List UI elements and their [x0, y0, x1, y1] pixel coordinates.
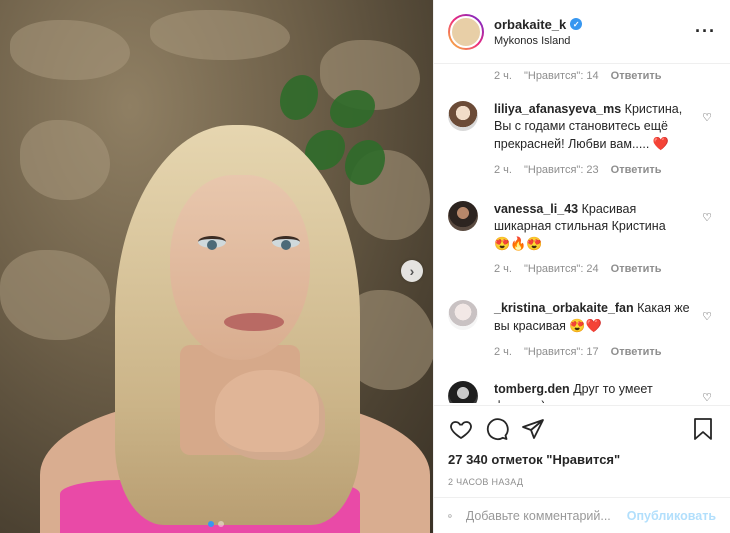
person-eye [198, 236, 226, 250]
comments-list[interactable]: 2 ч. "Нравится": 14 Ответить liliya_afan… [434, 65, 730, 403]
carousel-dot [218, 521, 224, 527]
comment-item: tomberg.den Друг то умеет фоткать) ♡ [434, 381, 730, 403]
commenter-avatar[interactable] [448, 300, 478, 330]
wall-stone [0, 250, 110, 340]
share-send-icon [522, 419, 544, 439]
carousel-dot-active [208, 521, 214, 527]
commenter-avatar[interactable] [448, 101, 478, 131]
chevron-right-icon: › [409, 263, 415, 279]
post-time-ago[interactable]: 2 ЧАСОВ НАЗАД [448, 477, 716, 487]
commenter-username[interactable]: liliya_afanasyeva_ms [494, 102, 621, 116]
reply-button[interactable]: Ответить [611, 70, 662, 93]
save-button[interactable] [690, 416, 716, 442]
commenter-username[interactable]: _kristina_orbakaite_fan [494, 301, 634, 315]
add-comment-bar: Опубликовать [434, 497, 730, 533]
likes-count[interactable]: 27 340 отметок "Нравится" [448, 452, 716, 467]
person-face [170, 175, 310, 360]
share-button[interactable] [520, 416, 546, 442]
comment-item: _kristina_orbakaite_fan Какая же вы крас… [434, 300, 730, 361]
wall-stone [20, 120, 110, 200]
like-comment-heart-icon[interactable]: ♡ [702, 111, 712, 124]
reply-button[interactable]: Ответить [611, 162, 662, 179]
comment-input[interactable] [465, 508, 627, 523]
comment-time[interactable]: 2 ч. [494, 70, 512, 93]
comment-emoji: 😍❤️ [569, 318, 602, 333]
next-photo-button[interactable]: › [401, 260, 423, 282]
comment-emoji: ❤️ [652, 136, 669, 151]
caption-meta: 2 ч. "Нравится": 14 Ответить [434, 65, 730, 93]
carousel-dots [208, 521, 224, 527]
comment-time[interactable]: 2 ч. [494, 261, 512, 278]
like-button[interactable] [448, 416, 474, 442]
post-header: orbakaite_k ✓ Mykonos Island ··· [434, 0, 730, 64]
bookmark-icon [694, 418, 712, 440]
heart-icon [450, 421, 472, 440]
emoji-icon[interactable] [448, 505, 452, 527]
reply-button[interactable]: Ответить [611, 261, 662, 278]
comment-item: vanessa_li_43 Красивая шикарная стильная… [434, 201, 730, 278]
like-comment-heart-icon[interactable]: ♡ [702, 391, 712, 403]
comment-likes[interactable]: "Нравится": 17 [524, 344, 599, 361]
wall-stone [150, 10, 290, 60]
verified-badge-icon: ✓ [570, 18, 583, 30]
author-avatar[interactable] [448, 13, 484, 50]
person-hand [215, 370, 325, 460]
reply-button[interactable]: Ответить [611, 344, 662, 361]
publish-button[interactable]: Опубликовать [627, 509, 716, 523]
person-eye [272, 236, 300, 250]
comment-bubble-icon [486, 418, 509, 441]
like-comment-heart-icon[interactable]: ♡ [702, 211, 712, 224]
leaf [280, 75, 318, 120]
person-lips [224, 313, 284, 331]
comment-likes[interactable]: "Нравится": 14 [524, 70, 599, 93]
commenter-username[interactable]: vanessa_li_43 [494, 202, 578, 216]
comment-button[interactable] [484, 416, 510, 442]
comment-likes[interactable]: "Нравится": 24 [524, 261, 599, 278]
like-comment-heart-icon[interactable]: ♡ [702, 310, 712, 323]
wall-stone [10, 20, 130, 80]
more-horizontal-icon[interactable]: ··· [695, 21, 716, 42]
commenter-username[interactable]: tomberg.den [494, 382, 570, 396]
comment-item: liliya_afanasyeva_ms Кристина, Вы с года… [434, 101, 730, 179]
post-actions: 27 340 отметок "Нравится" 2 ЧАСОВ НАЗАД [434, 405, 730, 487]
post-location[interactable]: Mykonos Island [494, 35, 695, 47]
post-photo[interactable]: › [0, 0, 433, 533]
comment-likes[interactable]: "Нравится": 23 [524, 162, 599, 179]
comment-time[interactable]: 2 ч. [494, 162, 512, 179]
commenter-avatar[interactable] [448, 381, 478, 403]
comment-time[interactable]: 2 ч. [494, 344, 512, 361]
author-username[interactable]: orbakaite_k [494, 17, 566, 32]
post-side-panel: orbakaite_k ✓ Mykonos Island ··· 2 ч. "Н… [433, 0, 730, 533]
comment-emoji: 😍🔥😍 [494, 236, 543, 251]
commenter-avatar[interactable] [448, 201, 478, 231]
